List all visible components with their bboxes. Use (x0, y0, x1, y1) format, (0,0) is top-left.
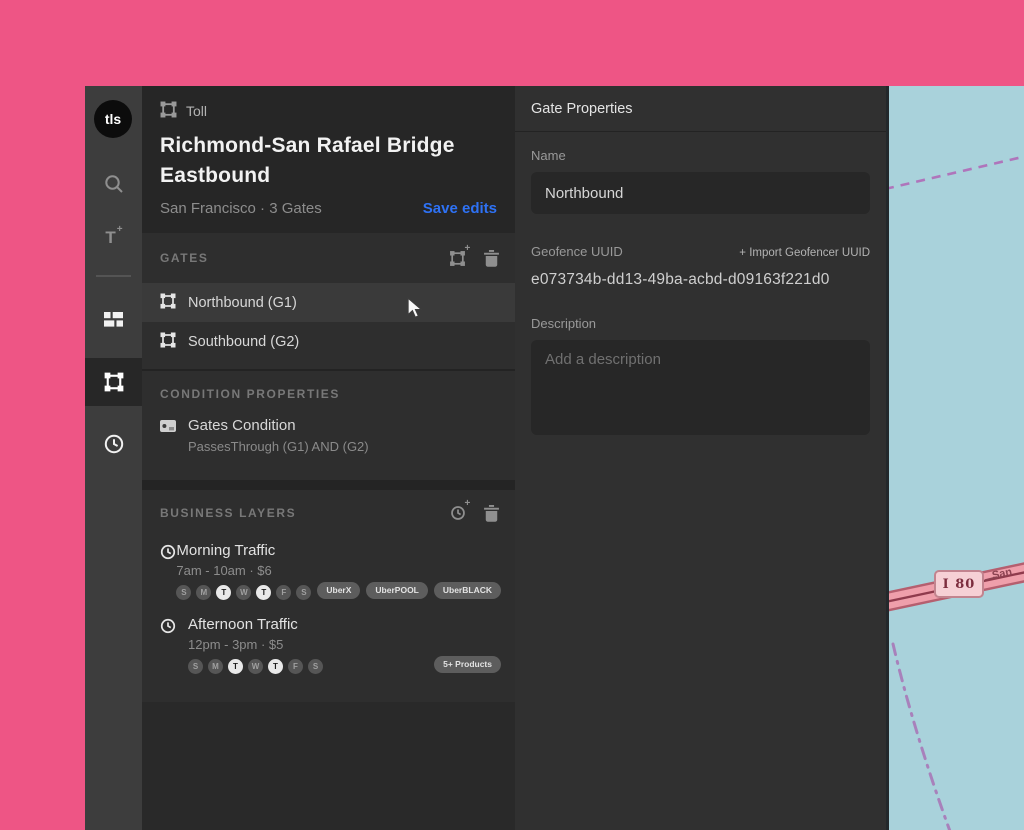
day-pill: T (216, 585, 232, 600)
product-tag: UberPOOL (366, 582, 428, 599)
delete-gate-icon[interactable] (484, 249, 499, 267)
day-pills: S M T W T F S (176, 585, 312, 600)
page-title: Richmond-San Rafael Bridge Eastbound (160, 134, 455, 187)
toll-header: Toll Richmond-San Rafael Bridge Eastboun… (142, 86, 515, 233)
condition-row[interactable]: Gates Condition PassesThrough (G1) AND (… (142, 413, 515, 454)
sidebar-item-dashboard[interactable] (85, 297, 142, 341)
day-pill: T (228, 659, 243, 674)
gate-icon (160, 101, 177, 121)
day-pill: W (236, 585, 252, 600)
gate-row-southbound[interactable]: Southbound (G2) (142, 322, 515, 361)
condition-card-icon (160, 417, 176, 454)
icon-sidebar: tls T+ (85, 86, 142, 830)
condition-rule: PassesThrough (G1) AND (G2) (188, 439, 369, 454)
sidebar-divider (96, 275, 131, 277)
day-pills: S M T W T F S (188, 659, 428, 674)
product-tags: 5+ Products (428, 616, 501, 674)
sidebar-item-text-tool[interactable]: T+ (85, 216, 142, 260)
day-pill: M (196, 585, 212, 600)
day-pill: S (308, 659, 323, 674)
sidebar-item-gates[interactable] (85, 358, 142, 406)
business-layers-section: BUSINESS LAYERS + Morning Traffic 7am - … (142, 490, 515, 702)
product-tag: 5+ Products (434, 656, 501, 673)
day-pill: W (248, 659, 263, 674)
day-pill: S (176, 585, 192, 600)
map-boundary-line (889, 155, 1024, 190)
delete-business-layer-icon[interactable] (484, 504, 499, 522)
sidebar-item-history[interactable] (85, 422, 142, 466)
layer-schedule: 12pm - 3pm · $5 (188, 637, 284, 652)
clock-icon (160, 542, 176, 600)
gate-properties-panel: Gate Properties Name Geofence UUID + Imp… (515, 86, 886, 830)
day-pill: T (256, 585, 272, 600)
add-gate-icon[interactable]: + (449, 243, 470, 267)
gate-properties-title: Gate Properties (531, 100, 633, 117)
sidebar-item-search[interactable] (85, 162, 142, 206)
geofence-uuid-label: Geofence UUID (531, 244, 623, 259)
save-edits-button[interactable]: Save edits (423, 200, 497, 217)
name-label: Name (531, 148, 566, 163)
section-gap (142, 480, 515, 490)
name-input[interactable] (531, 172, 870, 214)
interstate-80-shield: I 80 (934, 570, 984, 598)
map-vectors (889, 155, 1024, 830)
tls-logo[interactable]: tls (94, 100, 132, 138)
condition-section-title: CONDITION PROPERTIES (160, 387, 341, 401)
day-pill: M (208, 659, 223, 674)
toll-type-label: Toll (186, 103, 208, 119)
clock-icon (103, 433, 125, 455)
day-pill: F (276, 585, 292, 600)
business-layer-morning-traffic[interactable]: Morning Traffic 7am - 10am · $6 S M T W … (142, 536, 515, 610)
clock-icon (160, 616, 188, 674)
day-pill: T (268, 659, 283, 674)
layer-schedule: 7am - 10am · $6 (176, 563, 272, 578)
geofence-uuid-value: e073734b-dd13-49ba-acbd-d09163f221d0 (531, 271, 830, 288)
gates-section-title: GATES (160, 251, 209, 265)
gate-row-label: Northbound (G1) (188, 294, 297, 311)
product-tag: UberBLACK (433, 582, 501, 599)
gate-icon (160, 293, 176, 313)
business-section-title: BUSINESS LAYERS (160, 506, 297, 520)
description-label: Description (531, 316, 597, 331)
dashboard-icon (104, 311, 123, 327)
gates-section: GATES + Northbound (G1) Southbound (G2) (142, 233, 515, 369)
toll-subtitle: San Francisco · 3 Gates (160, 200, 322, 217)
add-business-layer-icon[interactable]: + (450, 498, 470, 521)
gate-row-northbound[interactable]: Northbound (G1) (142, 283, 515, 322)
toll-panel: Toll Richmond-San Rafael Bridge Eastboun… (142, 86, 515, 830)
day-pill: S (296, 585, 312, 600)
layer-title: Afternoon Traffic (188, 616, 298, 633)
map-boundary-dashdot (891, 642, 952, 830)
description-textarea[interactable] (531, 340, 870, 435)
app-window: tls T+ Toll Richmond-San Rafael Bridge E… (85, 86, 1024, 830)
layer-title: Morning Traffic (176, 542, 276, 559)
business-layer-afternoon-traffic[interactable]: Afternoon Traffic 12pm - 3pm · $5 S M T … (142, 610, 515, 684)
import-geofencer-uuid-link[interactable]: + Import Geofencer UUID (739, 247, 870, 259)
map-canvas[interactable]: I 80 San (886, 86, 1024, 830)
condition-properties-section: CONDITION PROPERTIES Gates Condition Pas… (142, 371, 515, 480)
search-icon (103, 173, 125, 195)
product-tags: UberX UberPOOL UberBLACK (311, 542, 501, 600)
gate-icon (160, 332, 176, 352)
gate-row-label: Southbound (G2) (188, 333, 300, 350)
text-plus-icon: T+ (105, 224, 123, 247)
gate-icon (104, 372, 124, 392)
day-pill: S (188, 659, 203, 674)
product-tag: UberX (317, 582, 361, 599)
condition-title: Gates Condition (188, 417, 296, 434)
day-pill: F (288, 659, 303, 674)
